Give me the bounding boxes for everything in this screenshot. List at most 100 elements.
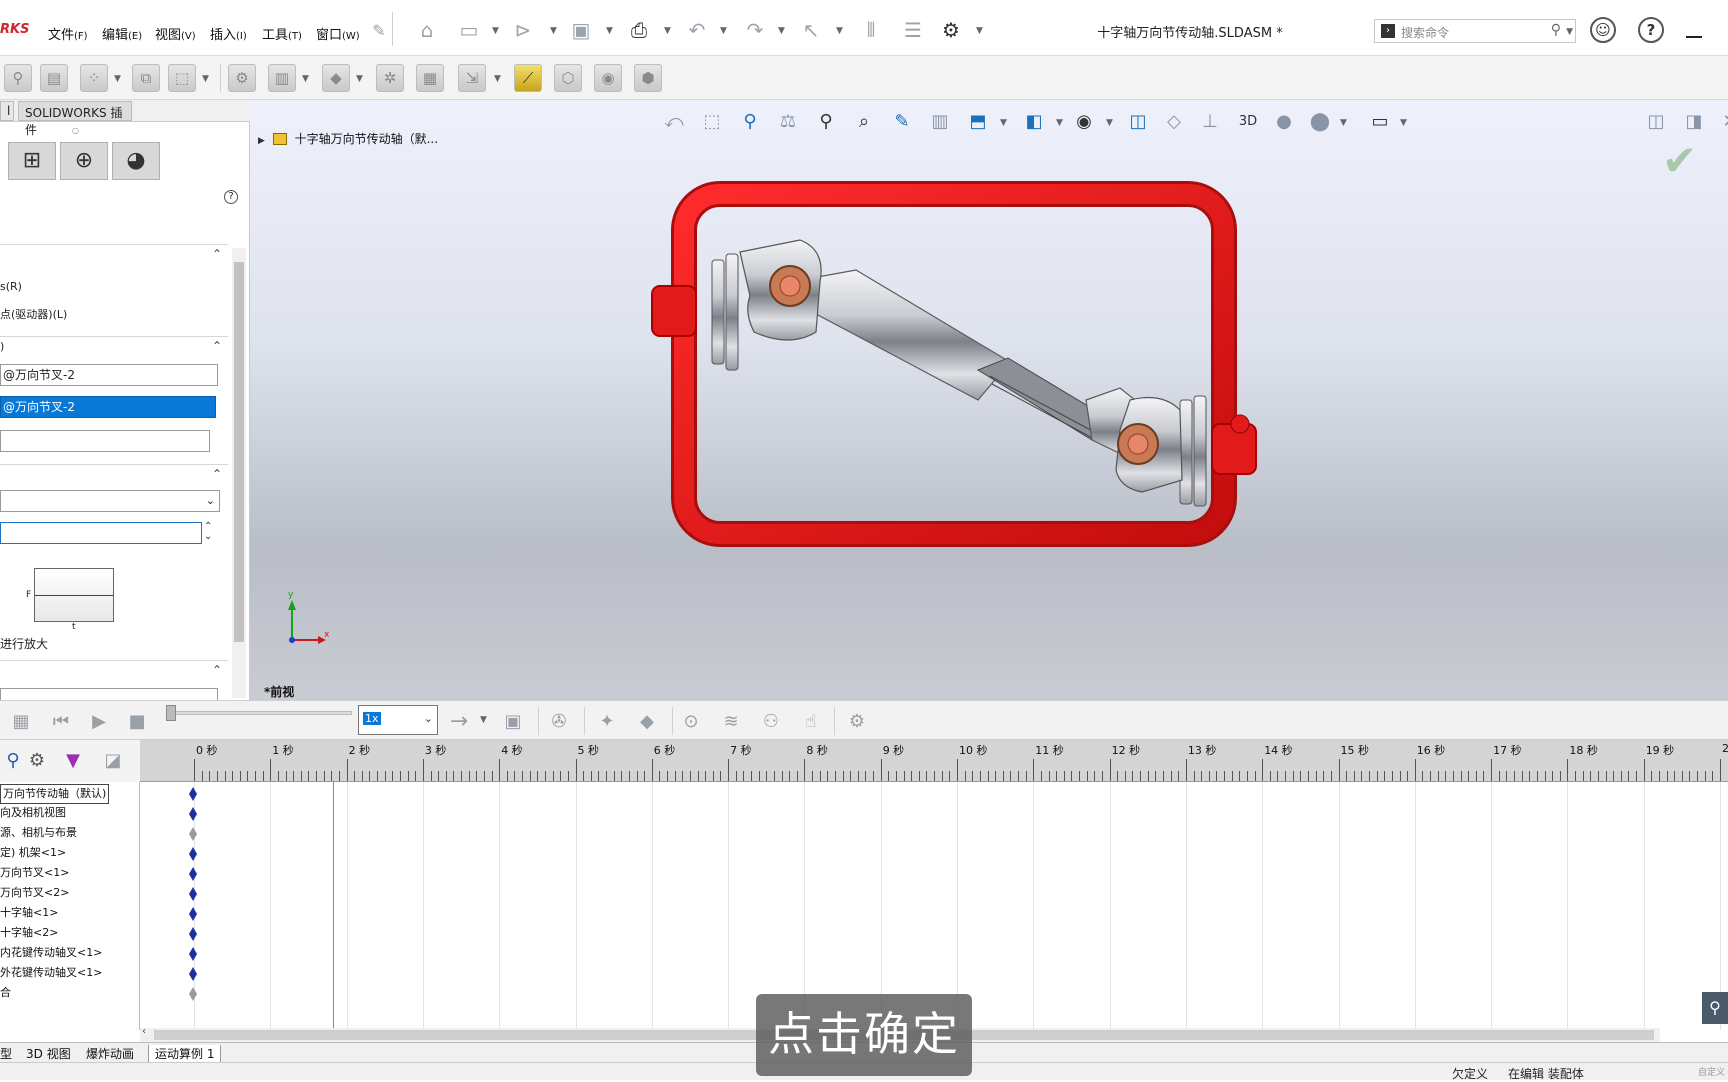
features-dropdown-icon[interactable]: ▼ [302, 74, 309, 84]
tab-motion-study-1[interactable]: 运动算例 1 [148, 1045, 221, 1063]
undo-icon[interactable]: ↶ [684, 17, 710, 43]
section-header-4[interactable]: ⌃ [0, 660, 228, 680]
panel-scrollbar[interactable] [232, 248, 246, 698]
new-motion-study-icon[interactable]: ✲ [376, 64, 404, 92]
keyframe-diamond[interactable] [189, 947, 197, 961]
keyframe-diamond[interactable] [189, 907, 197, 921]
keyframe-diamond[interactable] [189, 847, 197, 861]
motion-study-properties-icon[interactable]: ⚙ [844, 709, 870, 735]
menu-window[interactable]: 窗口(W) [316, 24, 360, 43]
right-yoke[interactable] [1116, 398, 1182, 492]
insert-component-icon[interactable]: ▤ [40, 64, 68, 92]
timeline-playhead[interactable] [333, 782, 334, 1030]
rebuild-icon[interactable]: ⦀ [858, 17, 884, 43]
redo-dropdown-icon[interactable]: ▼ [778, 26, 785, 36]
section-header-1[interactable]: ⌃ [0, 244, 228, 264]
graphics-area[interactable]: ▶ 十字轴万向节传动轴（默... ⤺ ⬚ ⚲ ⚖ ⚲ ⌕ ✎ ▥ ⬒ ▼ ◧ ▼… [250, 100, 1728, 700]
filter-driving-icon[interactable]: ⚙ [24, 748, 50, 774]
tree-item-5[interactable]: 万向节叉<2> [0, 884, 69, 904]
keyframe-diamond[interactable] [189, 987, 197, 1001]
keyframe-diamond[interactable] [189, 827, 197, 841]
motor-profile-graph[interactable] [34, 568, 114, 622]
spring-icon[interactable]: ≋ [718, 709, 744, 735]
bill-of-materials-icon[interactable]: ▦ [416, 64, 444, 92]
open-dropdown-icon[interactable]: ▼ [550, 26, 557, 36]
keyframe-diamond[interactable] [189, 867, 197, 881]
motor-icon[interactable]: ⊙ [678, 709, 704, 735]
tree-item-1[interactable]: 向及相机视图 [0, 804, 66, 824]
collapse-chevron-icon[interactable]: ⌃ [212, 663, 222, 677]
playback-slider-thumb[interactable] [166, 705, 176, 721]
update-speedpak-icon[interactable]: ⬡ [554, 64, 582, 92]
play-from-start-icon[interactable]: ⏮ [48, 709, 74, 735]
function-select[interactable]: ⌄ [0, 490, 220, 512]
selection-field-1[interactable]: @万向节叉-2 [0, 364, 218, 386]
user-account-icon[interactable]: ☺ [1590, 17, 1616, 43]
tree-item-0[interactable]: 万向节传动轴（默认) [0, 784, 109, 804]
home-icon[interactable]: ⌂ [414, 17, 440, 43]
open-folder-icon[interactable]: ⊳ [510, 17, 536, 43]
option-l-label[interactable]: 点(驱动器)(L) [0, 306, 67, 322]
gravity-icon[interactable]: ☝ [798, 709, 824, 735]
assembly-features-icon[interactable]: ▥ [268, 64, 296, 92]
tab-model[interactable]: 型 [0, 1045, 12, 1062]
tab-explode-animation[interactable]: 爆炸动画 [86, 1045, 134, 1062]
move-component-icon[interactable]: ⬚ [168, 64, 196, 92]
spin-arrows-icon[interactable]: ⌃⌄ [204, 522, 212, 542]
menu-view[interactable]: 视图(V) [155, 24, 196, 43]
tab-solidworks-addins[interactable]: SOLIDWORKS 插件 [18, 101, 132, 121]
tree-item-10[interactable]: 合 [0, 984, 11, 1004]
tree-item-6[interactable]: 十字轴<1> [0, 904, 58, 924]
save-dropdown-icon[interactable]: ▼ [606, 26, 613, 36]
playback-speed-select[interactable]: 1x ⌄ [358, 705, 438, 735]
play-icon[interactable]: ▶ [86, 709, 112, 735]
new-dropdown-icon[interactable]: ▼ [492, 26, 499, 36]
menu-edit[interactable]: 编辑(E) [102, 24, 142, 43]
section-header-2[interactable]: ) ⌃ [0, 336, 228, 356]
feature-manager-tree-icon[interactable]: ⊞ [8, 142, 56, 180]
search-commands-box[interactable]: › 搜索命令 ⚲ ▼ [1374, 19, 1576, 43]
keyframe-diamond[interactable] [189, 787, 197, 801]
options-dropdown-icon[interactable]: ▼ [976, 26, 983, 36]
smart-fasteners-icon[interactable]: ⧉ [132, 64, 160, 92]
left-yoke[interactable] [740, 240, 821, 340]
tree-item-4[interactable]: 万向节叉<1> [0, 864, 69, 884]
selection-field-2[interactable]: @万向节叉-2 [0, 396, 216, 418]
help-icon[interactable]: ? [1638, 17, 1664, 43]
playback-slider[interactable] [168, 711, 352, 715]
keyframe-diamond[interactable] [189, 807, 197, 821]
reference-geometry-icon[interactable]: ◆ [322, 64, 350, 92]
selection-field-4[interactable] [0, 688, 218, 700]
value-spinbox[interactable] [0, 522, 202, 544]
timeline-ruler[interactable]: 0 秒1 秒2 秒3 秒4 秒5 秒6 秒7 秒8 秒9 秒10 秒11 秒12… [140, 740, 1728, 782]
scrollbar-thumb[interactable] [234, 262, 244, 642]
timeline-area[interactable]: 0 秒1 秒2 秒3 秒4 秒5 秒6 秒7 秒8 秒9 秒10 秒11 秒12… [140, 740, 1728, 1030]
new-document-icon[interactable]: ▭ [456, 17, 482, 43]
selection-field-3[interactable] [0, 430, 210, 452]
add-key-icon[interactable]: ◆ [634, 709, 660, 735]
select-arrow-icon[interactable]: ↖ [798, 17, 824, 43]
help-icon[interactable]: ? [224, 190, 238, 204]
drive-shaft[interactable] [812, 270, 1170, 468]
menu-file[interactable]: 文件(F) [48, 24, 88, 43]
file-properties-icon[interactable]: ☰ [900, 17, 926, 43]
undo-dropdown-icon[interactable]: ▼ [720, 26, 727, 36]
stop-icon[interactable]: ■ [124, 709, 150, 735]
keyframe-diamond[interactable] [189, 927, 197, 941]
search-icon[interactable]: ⚲ [1551, 22, 1561, 38]
pin-icon[interactable]: ✎ [366, 18, 392, 44]
filter-animated-icon[interactable]: ⚲ [0, 748, 26, 774]
collapse-chevron-icon[interactable]: ⌃ [212, 247, 222, 261]
section-header-3[interactable]: ⌃ [0, 464, 228, 484]
exploded-view-icon[interactable]: ⇲ [458, 64, 486, 92]
collapse-chevron-icon[interactable]: ⌃ [212, 467, 222, 481]
pattern-dropdown-icon[interactable]: ▼ [114, 74, 121, 84]
minimize-icon[interactable] [1686, 36, 1702, 38]
calculate-icon[interactable]: ▦ [8, 709, 34, 735]
linear-pattern-icon[interactable]: ⁘ [80, 64, 108, 92]
instant3d-icon[interactable]: ⟋ [514, 64, 542, 92]
tree-item-2[interactable]: 源、相机与布景 [0, 824, 77, 844]
move-dropdown-icon[interactable]: ▼ [202, 74, 209, 84]
filter-results-icon[interactable]: ◪ [100, 748, 126, 774]
print-icon[interactable]: ⎙ [626, 17, 652, 43]
